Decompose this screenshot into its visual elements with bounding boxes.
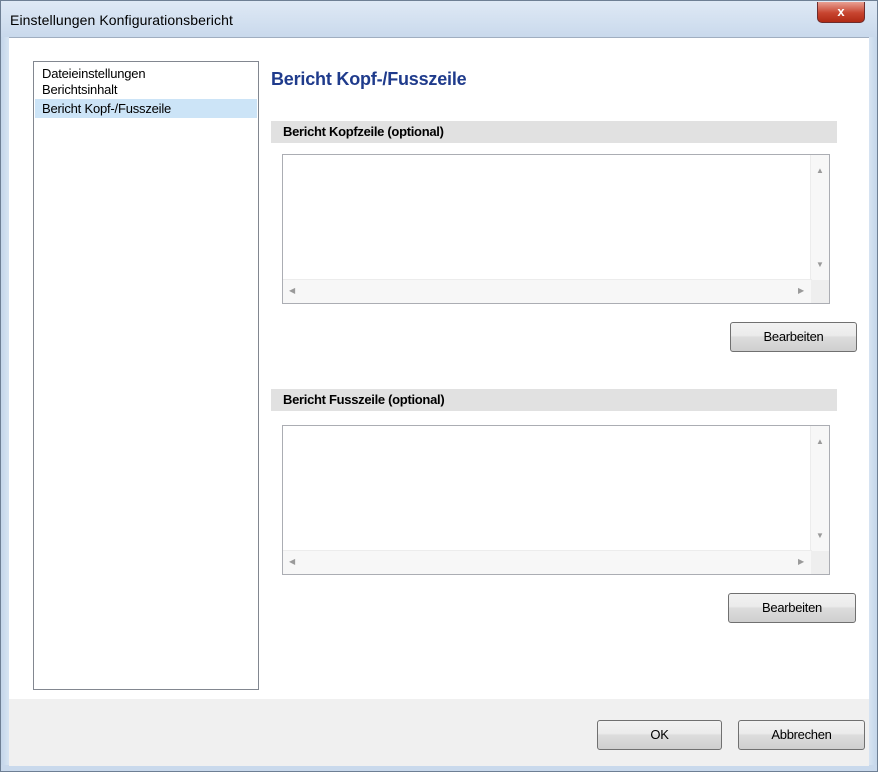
nav-item-dateieinstellungen[interactable]: Dateieinstellungen	[35, 66, 257, 81]
window-title: Einstellungen Konfigurationsbericht	[10, 12, 233, 28]
scroll-right-icon[interactable]: ▶	[798, 287, 804, 295]
scroll-left-icon[interactable]: ◀	[289, 558, 295, 566]
scroll-down-icon[interactable]: ▼	[816, 532, 824, 540]
close-button[interactable]: x	[817, 2, 865, 23]
header-vertical-scrollbar[interactable]: ▲ ▼	[810, 155, 829, 280]
scrollbar-corner	[811, 280, 829, 303]
scrollbar-corner	[811, 551, 829, 574]
ok-button[interactable]: OK	[597, 720, 722, 750]
footer-text-area[interactable]: ▲ ▼ ◀ ▶	[282, 425, 830, 575]
header-text-area[interactable]: ▲ ▼ ◀ ▶	[282, 154, 830, 304]
footer-horizontal-scrollbar[interactable]: ◀ ▶	[283, 550, 812, 574]
header-section-title: Bericht Kopfzeile (optional)	[271, 121, 837, 143]
cancel-button[interactable]: Abbrechen	[738, 720, 865, 750]
dialog-content: Dateieinstellungen Berichtsinhalt Berich…	[9, 37, 869, 766]
nav-item-berichtsinhalt[interactable]: Berichtsinhalt	[35, 81, 257, 99]
settings-nav-list: Dateieinstellungen Berichtsinhalt Berich…	[33, 61, 259, 690]
scroll-up-icon[interactable]: ▲	[816, 167, 824, 175]
nav-item-kopf-fusszeile[interactable]: Bericht Kopf-/Fusszeile	[35, 99, 257, 118]
scroll-down-icon[interactable]: ▼	[816, 261, 824, 269]
scroll-up-icon[interactable]: ▲	[816, 438, 824, 446]
header-horizontal-scrollbar[interactable]: ◀ ▶	[283, 279, 812, 303]
header-edit-button[interactable]: Bearbeiten	[730, 322, 857, 352]
footer-edit-button[interactable]: Bearbeiten	[728, 593, 856, 623]
window-frame-right	[869, 37, 877, 771]
page-title: Bericht Kopf-/Fusszeile	[271, 69, 467, 89]
close-icon: x	[837, 4, 845, 19]
footer-vertical-scrollbar[interactable]: ▲ ▼	[810, 426, 829, 551]
window-frame-left	[1, 37, 9, 771]
title-bar[interactable]: Einstellungen Konfigurationsbericht x	[1, 1, 877, 37]
footer-section-title: Bericht Fusszeile (optional)	[271, 389, 837, 411]
settings-dialog: Einstellungen Konfigurationsbericht x Da…	[0, 0, 878, 772]
scroll-left-icon[interactable]: ◀	[289, 287, 295, 295]
scroll-right-icon[interactable]: ▶	[798, 558, 804, 566]
dialog-button-bar: OK Abbrechen	[9, 699, 869, 766]
